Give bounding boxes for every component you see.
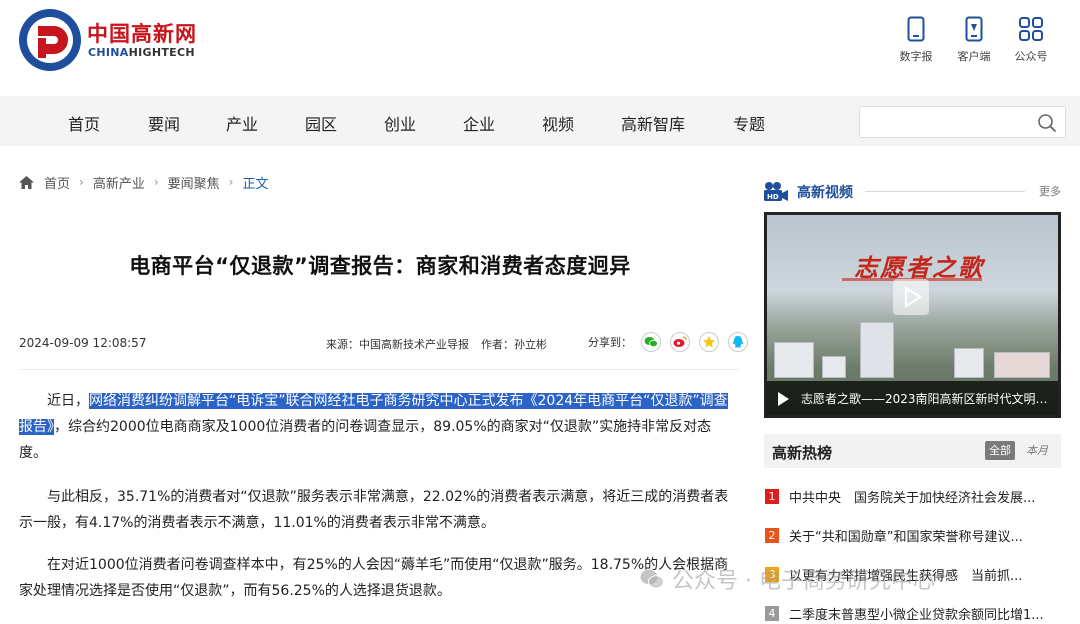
article-paragraph-1: 近日，网络消费纠纷调解平台“电诉宝”联合网经社电子商务研究中心正式发布《2024… [19, 388, 739, 466]
search-box [859, 106, 1066, 138]
grid-apps-icon [1019, 17, 1043, 41]
nav-item-home[interactable]: 首页 [68, 111, 100, 135]
hot-list-item[interactable]: 1 中共中央 国务院关于加快经济社会发展... [764, 487, 1061, 507]
paragraph-1-rest: ，综合约2000位电商商家及1000位消费者的问卷调查显示，89.05%的商家对… [19, 419, 712, 461]
qq-icon[interactable] [728, 332, 748, 352]
share-bar: 分享到： [588, 332, 748, 352]
breadcrumb-news-focus[interactable]: 要闻聚焦 [168, 173, 220, 192]
hot-item-title[interactable]: 二季度末普惠型小微企业贷款余额同比增1... [789, 604, 1061, 623]
digital-paper-link[interactable]: 数字报 [896, 16, 936, 64]
video-more-link[interactable]: 更多 [1039, 183, 1061, 199]
search-icon[interactable] [1037, 113, 1057, 133]
client-app-label: 客户端 [957, 50, 991, 63]
wechat-watermark-icon [640, 569, 664, 589]
qzone-icon[interactable] [699, 332, 719, 352]
nav-item-startup[interactable]: 创业 [384, 111, 416, 135]
breadcrumb: 首页 › 高新产业 › 要闻聚焦 › 正文 [18, 172, 269, 192]
video-player-thumbnail[interactable]: 志愿者之歌 志愿者之歌——2023南阳高新区新时代文明实... [764, 212, 1061, 418]
tab-all[interactable]: 全部 [985, 441, 1015, 460]
search-input[interactable] [866, 108, 1036, 136]
section-divider-line [865, 191, 1025, 192]
poster-building [822, 356, 846, 378]
hot-item-title[interactable]: 中共中央 国务院关于加快经济社会发展... [789, 487, 1061, 506]
poster-building [774, 342, 814, 378]
video-section-header: HD 高新视频 更多 [763, 181, 1061, 203]
digital-paper-label: 数字报 [899, 50, 933, 63]
chevron-right-icon: › [79, 175, 84, 189]
logo-en-part-2: HIGHTECH [128, 46, 195, 59]
article-divider [19, 369, 739, 370]
video-camera-icon: HD [764, 182, 788, 201]
nav-item-enterprise[interactable]: 企业 [463, 111, 495, 135]
poster-building [994, 352, 1050, 378]
hot-list-item[interactable]: 4 二季度末普惠型小微企业贷款余额同比增1... [764, 604, 1061, 624]
article-date: 2024-09-09 12:08:57 [19, 336, 147, 350]
article-title: 电商平台“仅退款”调查报告：商家和消费者态度迥异 [129, 254, 631, 278]
nav-item-topics[interactable]: 专题 [733, 111, 765, 135]
tab-month[interactable]: 本月 [1026, 442, 1048, 458]
paragraph-1-lead: 近日， [47, 393, 89, 409]
video-caption-bar: 志愿者之歌——2023南阳高新区新时代文明实... [767, 381, 1058, 415]
nav-item-parks[interactable]: 园区 [305, 111, 337, 135]
rank-badge: 1 [765, 489, 779, 504]
breadcrumb-current: 正文 [242, 176, 269, 192]
rank-badge: 4 [765, 606, 779, 621]
video-section-title: 高新视频 [797, 185, 853, 201]
article-author: 作者：孙立彬 [481, 338, 547, 351]
watermark-text: 公众号 · 电子商务研究中心 [672, 569, 935, 594]
hot-list-header: 高新热榜 全部 本月 [764, 434, 1061, 468]
main-nav: 首页 要闻 产业 园区 创业 企业 视频 高新智库 专题 [0, 96, 1080, 146]
play-button-icon[interactable] [893, 279, 929, 315]
breadcrumb-home[interactable]: 首页 [44, 173, 70, 192]
logo-english-name[interactable]: CHINAHIGHTECH [88, 46, 195, 59]
china-hightech-logo[interactable] [18, 8, 82, 72]
official-account-link[interactable]: 公众号 [1011, 16, 1051, 64]
rank-badge: 2 [765, 528, 779, 543]
share-label: 分享到： [588, 336, 632, 349]
video-caption[interactable]: 志愿者之歌——2023南阳高新区新时代文明实... [801, 390, 1053, 407]
chevron-right-icon: › [228, 175, 234, 189]
breadcrumb-industry[interactable]: 高新产业 [93, 173, 145, 192]
nav-item-think-tank[interactable]: 高新智库 [621, 111, 685, 135]
client-app-link[interactable]: 客户端 [954, 16, 994, 64]
logo-chinese-name[interactable]: 中国高新网 [87, 18, 197, 48]
weibo-icon[interactable] [670, 332, 690, 352]
hot-list-item[interactable]: 2 关于“共和国勋章”和国家荣誉称号建议... [764, 526, 1061, 546]
svg-text:HD: HD [767, 193, 779, 201]
mobile-phone-icon [907, 16, 925, 42]
article-paragraph-2: 与此相反，35.71%的消费者对“仅退款”服务表示非常满意，22.02%的消费者… [19, 489, 729, 531]
article-source: 来源：中国高新技术产业导报 [326, 338, 469, 351]
poster-building [860, 322, 894, 378]
wechat-watermark: 公众号 · 电子商务研究中心 [640, 563, 935, 595]
site-header: 中国高新网 CHINAHIGHTECH 数字报 客户端 公众号 [0, 0, 1080, 96]
nav-item-video[interactable]: 视频 [542, 111, 574, 135]
nav-item-news[interactable]: 要闻 [148, 111, 180, 135]
poster-building [954, 348, 984, 378]
home-icon [19, 175, 34, 189]
wechat-icon[interactable] [641, 332, 661, 352]
app-phone-icon [965, 16, 983, 42]
article-paragraph-3: 在对近1000位消费者问卷调查样本中，有25%的人会因“薅羊毛”而使用“仅退款”… [19, 557, 729, 599]
logo-en-part-1: CHINA [88, 46, 129, 59]
nav-item-industry[interactable]: 产业 [226, 111, 258, 135]
chevron-right-icon: › [153, 175, 159, 189]
play-triangle-icon [778, 392, 789, 406]
hot-list-title: 高新热榜 [772, 444, 833, 462]
article-source-author: 来源：中国高新技术产业导报 作者：孙立彬 [326, 336, 547, 352]
official-account-label: 公众号 [1014, 50, 1048, 63]
hot-item-title[interactable]: 关于“共和国勋章”和国家荣誉称号建议... [789, 526, 1061, 545]
